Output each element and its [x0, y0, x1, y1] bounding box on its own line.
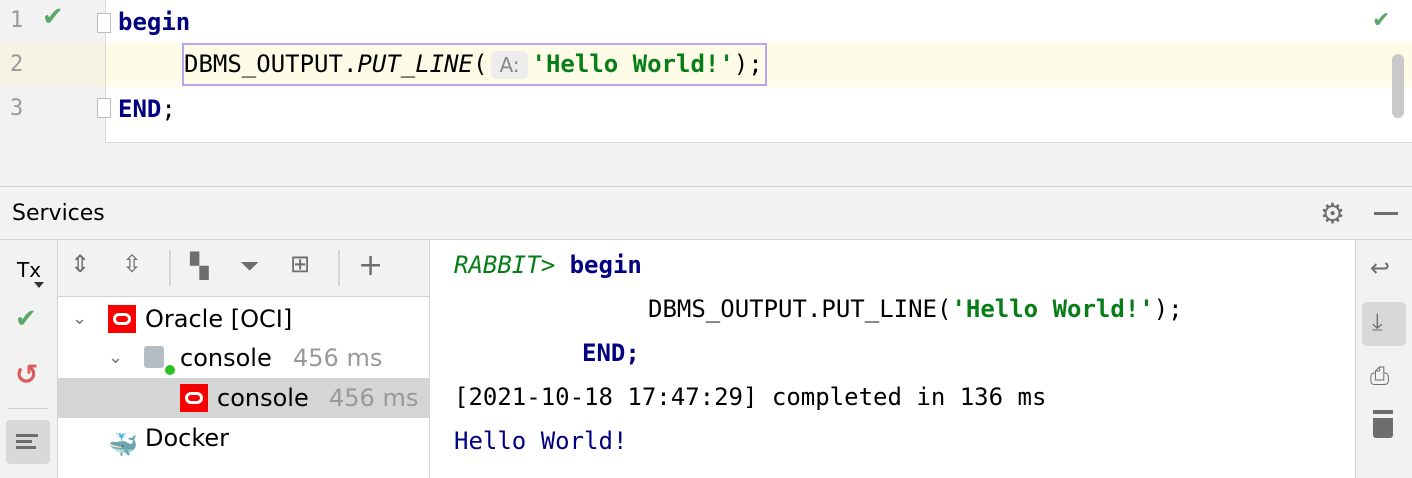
console-toolbar: ↩ ⤓ ⎙	[1355, 240, 1412, 478]
scroll-to-end-button[interactable]: ⤓	[1362, 302, 1406, 346]
scroll-to-end-icon: ⤓	[1372, 308, 1383, 336]
settings-gear-icon[interactable]: ⚙	[1320, 197, 1345, 230]
code-string-arg: 'Hello World!'	[531, 50, 734, 78]
add-icon[interactable]: +	[358, 248, 383, 283]
code-line-3: END;	[118, 95, 176, 123]
output-toggle-button[interactable]	[6, 420, 50, 464]
transaction-toolbar: Tx ✔ ↺	[0, 240, 58, 478]
tree-item-console-session[interactable]: ⌄ console 456 ms	[58, 338, 430, 378]
scrollbar[interactable]	[1392, 54, 1404, 118]
console-output-text: Hello World!	[454, 427, 628, 455]
soft-wrap-icon[interactable]: ↩	[1370, 254, 1390, 282]
print-icon[interactable]: ⎙	[1370, 362, 1389, 390]
commit-check-icon[interactable]: ✔	[15, 304, 37, 334]
code-call: DBMS_OUTPUT.	[184, 50, 358, 78]
dropdown-arrow-icon	[34, 282, 44, 293]
code-line-1: begin	[118, 8, 191, 36]
inspection-ok-icon[interactable]: ✔	[1372, 8, 1390, 33]
expand-all-icon[interactable]: ⇕	[70, 250, 90, 278]
editor-gutter: 1 2 3 ✔	[0, 0, 111, 143]
filter-icon[interactable]: ⏷	[240, 252, 259, 280]
tree-item-console[interactable]: console 456 ms	[58, 378, 430, 418]
parameter-hint: A:	[491, 51, 528, 79]
docker-icon: 🐳	[108, 431, 138, 459]
console-line: DBMS_OUTPUT.PUT_LINE('Hello World!');	[648, 295, 1183, 323]
new-service-icon[interactable]: ⊞	[290, 250, 310, 278]
console-status: [2021-10-18 17:47:29] completed in 136 m…	[454, 383, 1047, 411]
console-output[interactable]: RABBIT> begin DBMS_OUTPUT.PUT_LINE('Hell…	[430, 240, 1356, 478]
oracle-icon	[108, 305, 136, 333]
console-line: RABBIT> begin	[454, 251, 642, 279]
fold-icon[interactable]	[97, 13, 111, 33]
code-editor[interactable]: 1 2 3 ✔ begin DBMS_OUTPUT.PUT_LINE(A: 'He…	[0, 0, 1412, 143]
tree-item-docker[interactable]: 🐳 Docker	[58, 418, 430, 459]
divider-band	[0, 143, 1412, 187]
line-number: 3	[10, 96, 24, 121]
oracle-icon	[180, 384, 208, 412]
group-by-icon[interactable]: ▚	[190, 252, 208, 280]
tree-item-oracle[interactable]: ⌄ Oracle [OCI]	[58, 299, 430, 339]
minimize-icon[interactable]	[1374, 212, 1398, 215]
session-icon	[144, 346, 164, 368]
fold-icon[interactable]	[97, 98, 111, 118]
console-line: END;	[582, 339, 640, 367]
chevron-down-icon[interactable]: ⌄	[72, 299, 87, 339]
line-number: 1	[10, 8, 24, 33]
tx-mode-button[interactable]: Tx	[17, 258, 41, 282]
chevron-down-icon[interactable]: ⌄	[108, 338, 123, 378]
connected-status-dot	[165, 365, 175, 375]
services-header: Services ⚙	[0, 187, 1412, 240]
rollback-icon[interactable]: ↺	[15, 358, 38, 391]
line-number: 2	[10, 52, 24, 77]
collapse-all-icon[interactable]: ⇳	[122, 250, 142, 278]
services-title: Services	[12, 201, 105, 226]
services-tree: ⌄ Oracle [OCI] ⌄ console 456 ms console …	[58, 297, 430, 478]
services-tree-toolbar: ⇕ ⇳ ▚ ⏷ ⊞ +	[58, 240, 430, 297]
executed-check-icon: ✔	[42, 2, 64, 32]
clear-trash-icon[interactable]	[1373, 414, 1393, 438]
code-line-2: DBMS_OUTPUT.PUT_LINE(A: 'Hello World!');	[182, 43, 767, 86]
code-method: PUT_LINE	[357, 50, 473, 78]
